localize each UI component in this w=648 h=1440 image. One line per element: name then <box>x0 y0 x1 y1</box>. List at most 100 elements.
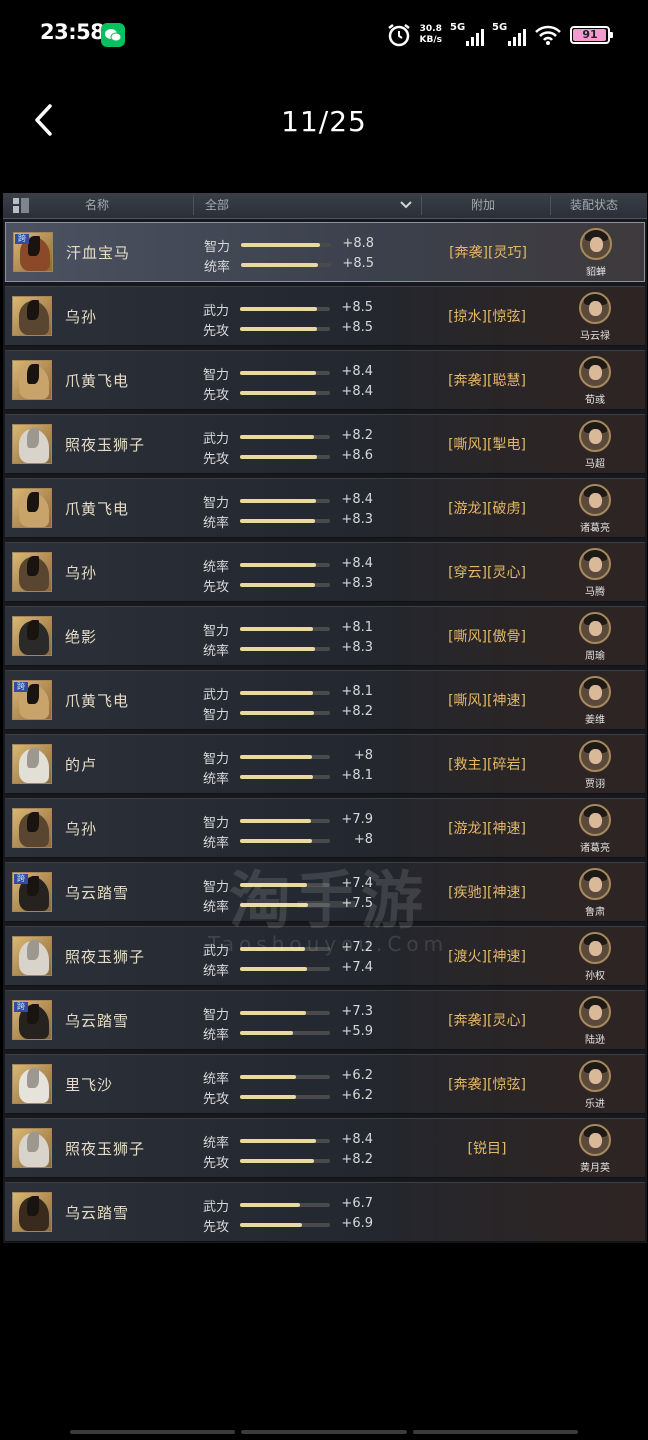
stat-bar <box>240 627 330 631</box>
stat-bar <box>240 435 330 439</box>
general-name: 鲁肃 <box>585 907 605 918</box>
general-avatar[interactable] <box>579 612 611 644</box>
stat-bar <box>240 327 330 331</box>
horse-row[interactable]: 跨乌云踏雪 智力 +7.4 统率 +7.5 [疾驰][神速] 鲁肃 <box>5 862 645 922</box>
stat-secondary: 先攻 +6.9 <box>203 1216 383 1236</box>
general-avatar[interactable] <box>579 356 611 388</box>
stat-label: 先攻 <box>203 1092 230 1107</box>
general-avatar[interactable] <box>580 228 612 260</box>
stat-label: 统率 <box>204 260 231 275</box>
horse-name: 乌云踏雪 <box>65 1012 130 1030</box>
horse-portrait: 跨 <box>12 1000 52 1040</box>
horse-row[interactable]: 跨汗血宝马 智力 +8.8 统率 +8.5 [奔袭][灵巧] 貂蝉 <box>5 222 645 282</box>
stat-label: 统率 <box>203 644 230 659</box>
stat-bar <box>240 1011 330 1015</box>
stat-value: +7.4 <box>341 960 373 975</box>
stat-secondary: 统率 +8 <box>203 832 383 852</box>
stat-secondary: 先攻 +8.4 <box>203 384 383 404</box>
horse-row[interactable]: 照夜玉狮子 武力 +8.2 先攻 +8.6 [嘶风][掣电] 马超 <box>5 414 645 474</box>
horse-row[interactable]: 爪黄飞电 智力 +8.4 统率 +8.3 [游龙][破虏] 诸葛亮 <box>5 478 645 538</box>
general-name: 马云禄 <box>580 331 610 342</box>
general-name: 黄月英 <box>580 1163 610 1174</box>
general-avatar[interactable] <box>579 292 611 324</box>
horse-row[interactable]: 跨乌云踏雪 智力 +7.3 统率 +5.9 [奔袭][灵心] 陆逊 <box>5 990 645 1050</box>
stat-bar <box>240 903 330 907</box>
attach-traits: [救主][碎岩] <box>448 757 526 773</box>
stat-value: +8.2 <box>341 1152 373 1167</box>
column-attach: 附加 <box>471 198 496 212</box>
general-avatar[interactable] <box>579 804 611 836</box>
general-avatar[interactable] <box>579 548 611 580</box>
stat-secondary: 统率 +8.3 <box>203 640 383 660</box>
column-equip: 装配状态 <box>570 198 619 212</box>
stat-label: 先攻 <box>203 1156 230 1171</box>
general-avatar[interactable] <box>579 484 611 516</box>
horse-name: 爪黄飞电 <box>65 372 130 390</box>
horse-list-panel: 名称 全部 附加 装配状态 跨汗血宝马 智力 +8.8 统率 +8.5 [奔袭][灵巧] 貂… <box>3 193 647 1243</box>
horse-row[interactable]: 乌孙 武力 +8.5 先攻 +8.5 [掠水][惊弦] 马云禄 <box>5 286 645 346</box>
stat-value: +8.5 <box>341 320 373 335</box>
horse-row[interactable]: 乌云踏雪 武力 +6.7 先攻 +6.9 <box>5 1182 645 1242</box>
stat-label: 智力 <box>203 880 230 895</box>
stat-label: 统率 <box>203 516 230 531</box>
stat-secondary: 先攻 +8.5 <box>203 320 383 340</box>
horse-row[interactable]: 里飞沙 统率 +6.2 先攻 +6.2 [奔袭][惊弦] 乐进 <box>5 1054 645 1114</box>
cross-server-badge: 跨 <box>14 1002 28 1012</box>
stat-bar <box>240 563 330 567</box>
horse-row[interactable]: 的卢 智力 +8 统率 +8.1 [救主][碎岩] 贾诩 <box>5 734 645 794</box>
stat-value: +7.9 <box>341 812 373 827</box>
home-indicator[interactable] <box>70 1430 578 1434</box>
attach-traits: [锐目] <box>467 1141 507 1157</box>
horse-row[interactable]: 乌孙 统率 +8.4 先攻 +8.3 [穿云][灵心] 马腾 <box>5 542 645 602</box>
general-name: 诸葛亮 <box>580 523 610 534</box>
attach-traits: [穿云][灵心] <box>448 565 526 581</box>
stat-bar <box>240 1095 330 1099</box>
stat-value: +5.9 <box>341 1024 373 1039</box>
stat-bar <box>240 1075 330 1079</box>
stat-bar <box>240 1031 330 1035</box>
column-name: 名称 <box>85 198 110 212</box>
horse-row[interactable]: 乌孙 智力 +7.9 统率 +8 [游龙][神速] 诸葛亮 <box>5 798 645 858</box>
general-avatar[interactable] <box>579 932 611 964</box>
stat-bar <box>240 691 330 695</box>
general-avatar[interactable] <box>579 676 611 708</box>
general-avatar[interactable] <box>579 868 611 900</box>
general-avatar[interactable] <box>579 1124 611 1156</box>
horse-row[interactable]: 绝影 智力 +8.1 统率 +8.3 [嘶风][傲骨] 周瑜 <box>5 606 645 666</box>
filter-select[interactable]: 全部 <box>205 193 229 218</box>
general-avatar[interactable] <box>579 740 611 772</box>
wifi-icon <box>535 25 561 45</box>
general-avatar[interactable] <box>579 420 611 452</box>
attach-traits: [嘶风][掣电] <box>448 437 526 453</box>
horse-portrait <box>12 360 52 400</box>
attach-traits: [奔袭][聪慧] <box>448 373 526 389</box>
stat-value: +6.7 <box>341 1196 373 1211</box>
stat-bar <box>240 519 330 523</box>
status-bar: 23:58 30.8 KB/s 5G 5G 91 <box>0 0 648 70</box>
wechat-icon <box>101 23 125 47</box>
stat-primary: 智力 +8.1 <box>203 620 383 640</box>
horse-name: 乌云踏雪 <box>65 1204 130 1222</box>
stat-value: +8.4 <box>341 364 373 379</box>
stat-label: 武力 <box>203 432 230 447</box>
stat-value: +6.2 <box>341 1068 373 1083</box>
stat-bar <box>240 455 330 459</box>
stat-bar <box>241 243 331 247</box>
chevron-down-icon[interactable] <box>398 197 414 213</box>
battery-icon: 91 <box>570 26 613 44</box>
horse-row[interactable]: 照夜玉狮子 统率 +8.4 先攻 +8.2 [锐目] 黄月英 <box>5 1118 645 1178</box>
horse-name: 的卢 <box>65 756 98 774</box>
horse-row[interactable]: 跨爪黄飞电 武力 +8.1 智力 +8.2 [嘶风][神速] 姜维 <box>5 670 645 730</box>
stat-secondary: 先攻 +8.3 <box>203 576 383 596</box>
stat-value: +8.1 <box>341 768 373 783</box>
horse-row[interactable]: 爪黄飞电 智力 +8.4 先攻 +8.4 [奔袭][聪慧] 荀彧 <box>5 350 645 410</box>
stat-bar <box>240 711 330 715</box>
general-avatar[interactable] <box>579 996 611 1028</box>
horse-portrait <box>12 616 52 656</box>
stat-secondary: 统率 +8.5 <box>204 256 384 276</box>
horse-row[interactable]: 照夜玉狮子 武力 +7.2 统率 +7.4 [渡火][神速] 孙权 <box>5 926 645 986</box>
general-name: 孙权 <box>585 971 605 982</box>
stat-bar <box>241 263 331 267</box>
grid-icon[interactable] <box>13 198 29 213</box>
general-avatar[interactable] <box>579 1060 611 1092</box>
